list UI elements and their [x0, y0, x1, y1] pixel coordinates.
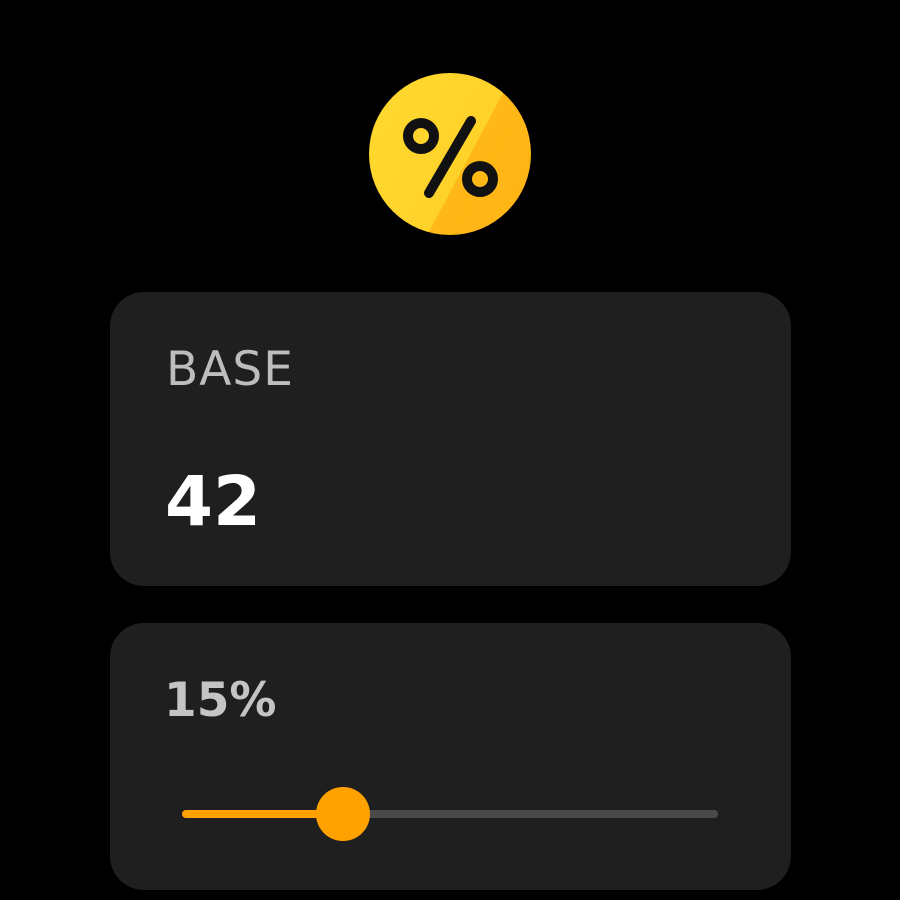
- percent-card: 15%: [110, 623, 791, 890]
- percent-icon: [369, 73, 531, 235]
- base-card[interactable]: BASE 42: [110, 292, 791, 586]
- percent-slider[interactable]: [182, 787, 718, 841]
- base-label: BASE: [166, 342, 294, 397]
- percent-value-label: 15%: [164, 673, 277, 728]
- slider-thumb[interactable]: [315, 787, 370, 841]
- base-value[interactable]: 42: [165, 464, 261, 540]
- percent-calculator-screen: BASE 42 15%: [0, 0, 900, 900]
